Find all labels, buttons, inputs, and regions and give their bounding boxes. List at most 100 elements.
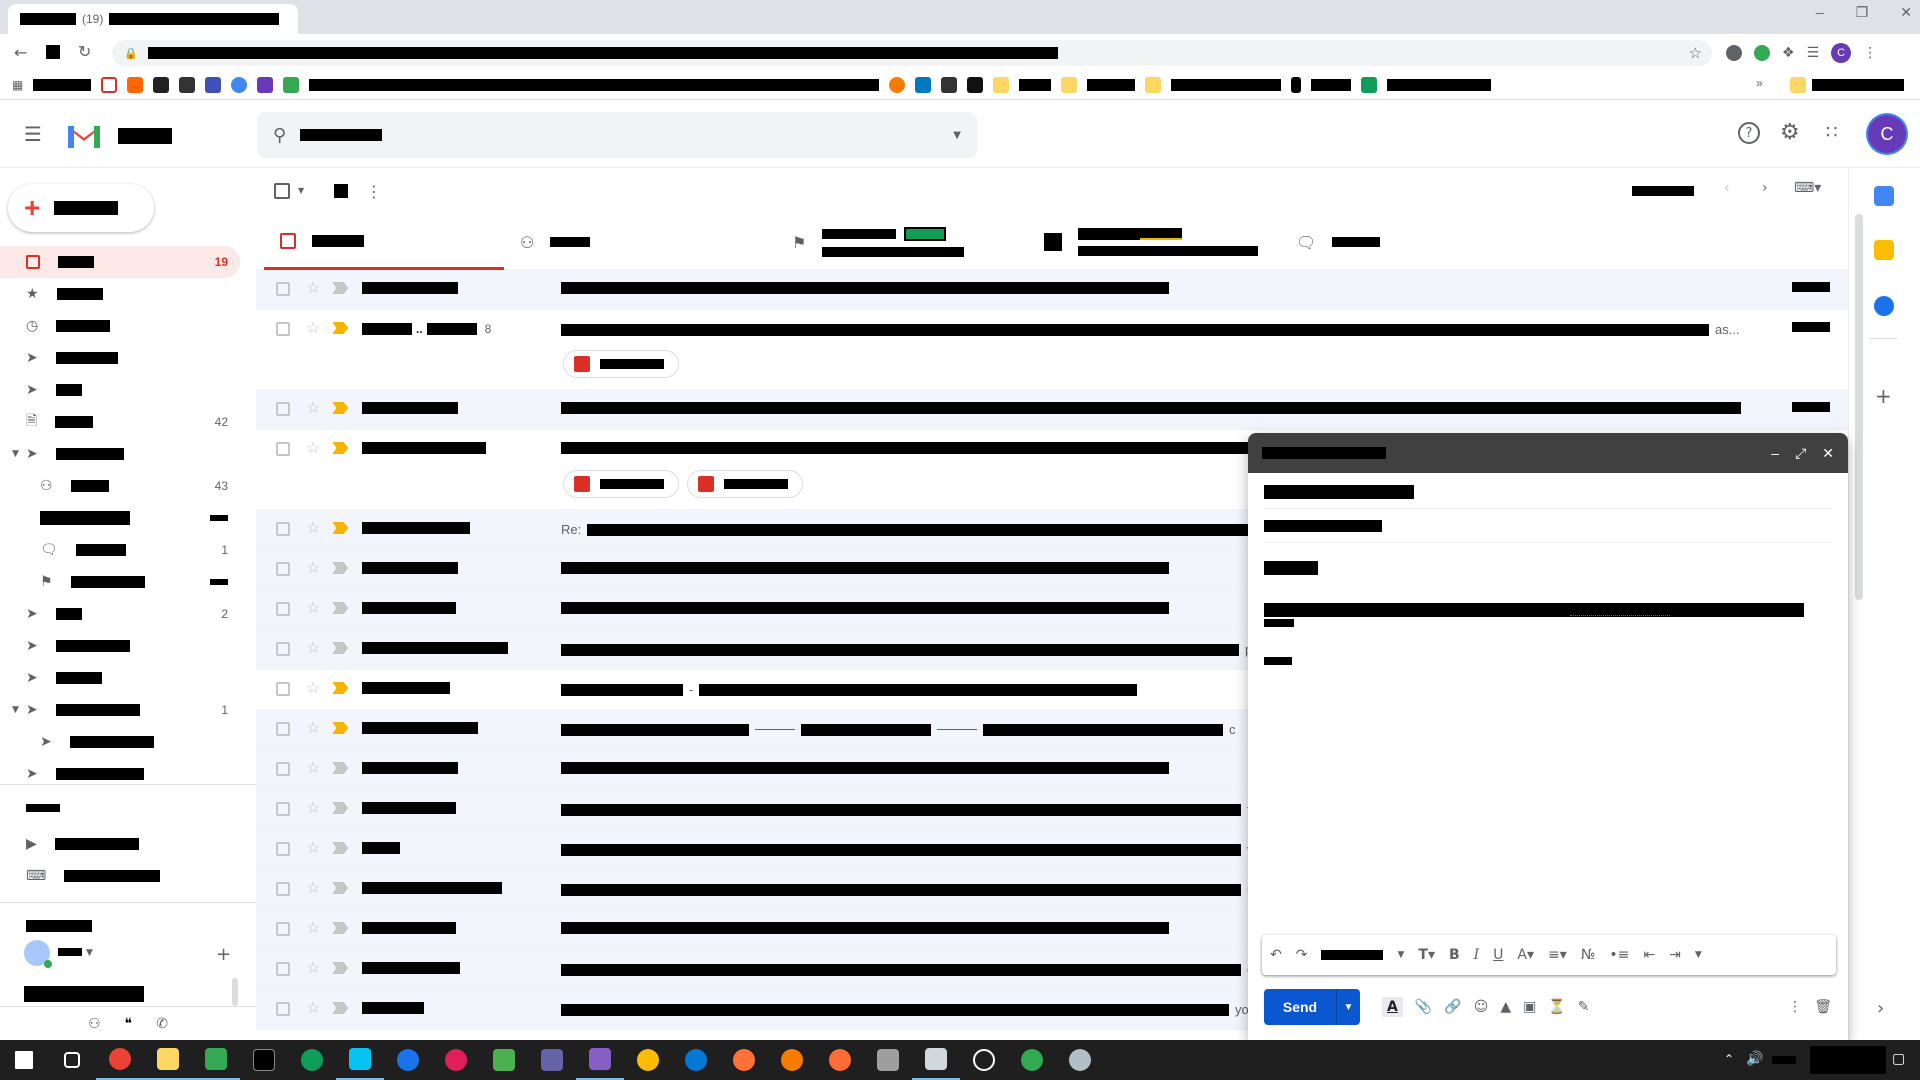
star-icon[interactable]: ☆ bbox=[306, 601, 320, 617]
sidebar-item-label-2[interactable]: ➤ bbox=[0, 630, 240, 662]
file-explorer-icon[interactable] bbox=[144, 1040, 192, 1080]
yc-bookmark-icon[interactable] bbox=[127, 76, 144, 93]
star-icon[interactable]: ☆ bbox=[306, 1001, 320, 1017]
star-icon[interactable]: ☆ bbox=[306, 921, 320, 937]
sidebar-item-new-meeting[interactable]: ▶ bbox=[0, 828, 240, 860]
minimize-icon[interactable]: – bbox=[1816, 4, 1824, 21]
google-apps-icon[interactable]: ∷ bbox=[1826, 122, 1837, 143]
keep-icon[interactable] bbox=[1874, 240, 1894, 260]
attachment-chip[interactable] bbox=[687, 470, 803, 498]
star-icon[interactable]: ☆ bbox=[306, 841, 320, 857]
bookmark-icon-13[interactable] bbox=[1291, 76, 1302, 93]
redacted-bookmark[interactable] bbox=[1019, 78, 1052, 91]
important-marker-icon[interactable] bbox=[332, 922, 349, 934]
other-bookmarks-folder-icon[interactable] bbox=[1790, 77, 1806, 93]
bookmark-icon-8[interactable] bbox=[283, 76, 300, 93]
bookmark-icon-11[interactable] bbox=[941, 76, 958, 93]
redacted-bookmarks[interactable] bbox=[309, 78, 880, 91]
compose-header[interactable]: – ⤢ ✕ bbox=[1248, 433, 1848, 473]
teams-app-icon[interactable] bbox=[528, 1040, 576, 1080]
star-icon[interactable]: ☆ bbox=[306, 281, 320, 297]
stop-icon[interactable] bbox=[46, 45, 60, 59]
important-marker-icon[interactable] bbox=[332, 762, 349, 774]
folder-icon[interactable] bbox=[1061, 76, 1078, 93]
more-compose-options-icon[interactable]: ⋮ bbox=[1788, 999, 1802, 1015]
profile-avatar[interactable]: C bbox=[1831, 43, 1852, 63]
row-checkbox[interactable] bbox=[276, 522, 290, 536]
task-view-icon[interactable] bbox=[48, 1040, 96, 1080]
notepad-app-icon[interactable] bbox=[192, 1040, 240, 1080]
row-checkbox[interactable] bbox=[276, 962, 290, 976]
slack-app-icon[interactable] bbox=[432, 1040, 480, 1080]
s-bookmark-icon[interactable] bbox=[257, 76, 274, 93]
search-icon[interactable]: ⚲ bbox=[273, 125, 286, 146]
settings-gear-icon[interactable]: ⚙ bbox=[1780, 120, 1800, 145]
media-icon[interactable]: ☰ bbox=[1807, 45, 1820, 61]
bulleted-list-icon[interactable]: •≡ bbox=[1609, 947, 1629, 963]
sidebar-item-categories[interactable]: ▼ ➤ bbox=[0, 438, 240, 470]
url-bar[interactable]: 🔒 ☆ bbox=[112, 40, 1712, 66]
fullscreen-compose-icon[interactable]: ⤢ bbox=[1795, 445, 1806, 462]
to-field[interactable] bbox=[1264, 475, 1832, 509]
phone-icon[interactable]: ✆ bbox=[156, 1016, 168, 1032]
snipping-tool-icon[interactable] bbox=[1056, 1040, 1104, 1080]
star-icon[interactable]: ☆ bbox=[306, 761, 320, 777]
emoji-icon[interactable]: ☺ bbox=[1474, 999, 1489, 1015]
search-input[interactable] bbox=[396, 126, 940, 144]
row-checkbox[interactable] bbox=[276, 842, 290, 856]
important-marker-icon[interactable] bbox=[332, 282, 349, 294]
bold-icon[interactable]: B bbox=[1449, 947, 1460, 963]
remote-desktop-icon[interactable] bbox=[912, 1040, 960, 1080]
attach-file-icon[interactable]: 📎 bbox=[1415, 999, 1432, 1015]
attachment-chip[interactable] bbox=[563, 350, 679, 378]
sidebar-item-promotions[interactable]: ⚑ bbox=[0, 566, 240, 598]
important-marker-icon[interactable] bbox=[332, 1002, 349, 1014]
signature-icon[interactable]: ✎ bbox=[1578, 999, 1590, 1015]
tab-primary[interactable] bbox=[264, 214, 504, 270]
trello-bookmark-icon[interactable] bbox=[915, 76, 932, 93]
discard-draft-icon[interactable]: 🗑 bbox=[1814, 999, 1832, 1015]
restore-icon[interactable]: ❐ bbox=[1856, 4, 1869, 21]
chrome-alt-icon[interactable] bbox=[624, 1040, 672, 1080]
webstorm-app-icon[interactable] bbox=[336, 1040, 384, 1080]
important-marker-icon[interactable] bbox=[332, 442, 349, 454]
undo-icon[interactable]: ↶ bbox=[1270, 947, 1282, 963]
indent-more-icon[interactable]: ⇥ bbox=[1669, 947, 1681, 963]
bookmark-icon-5[interactable] bbox=[205, 76, 222, 93]
send-button[interactable]: Send ▼ bbox=[1264, 989, 1360, 1025]
important-marker-icon[interactable] bbox=[332, 522, 349, 534]
minimize-compose-icon[interactable]: – bbox=[1771, 445, 1779, 462]
confidential-mode-icon[interactable]: ⏳ bbox=[1548, 999, 1565, 1015]
row-checkbox[interactable] bbox=[276, 442, 290, 456]
postman-app-icon[interactable] bbox=[816, 1040, 864, 1080]
sidebar-scrollbar[interactable] bbox=[232, 978, 238, 1006]
bookmark-icon-4[interactable] bbox=[179, 76, 196, 93]
important-marker-icon[interactable] bbox=[332, 722, 349, 734]
contacts-icon[interactable]: ⚇ bbox=[88, 1016, 101, 1032]
row-checkbox[interactable] bbox=[276, 762, 290, 776]
tab-forums[interactable]: 🗨 bbox=[1280, 214, 1520, 270]
row-checkbox[interactable] bbox=[276, 602, 290, 616]
redacted-bookmark[interactable] bbox=[33, 78, 92, 91]
sidebar-item-label-5[interactable]: ➤ bbox=[0, 758, 240, 790]
important-marker-icon[interactable] bbox=[332, 602, 349, 614]
edge-app-icon[interactable] bbox=[672, 1040, 720, 1080]
calendar-icon[interactable] bbox=[1874, 186, 1894, 206]
apps-icon[interactable]: ▦ bbox=[12, 78, 23, 92]
more-options-icon[interactable]: ⋮ bbox=[366, 182, 382, 201]
row-checkbox[interactable] bbox=[276, 882, 290, 896]
redacted-other-bookmarks[interactable] bbox=[1812, 79, 1904, 91]
drive-icon[interactable]: ▲ bbox=[1500, 999, 1511, 1015]
start-button[interactable] bbox=[0, 1040, 48, 1080]
main-menu-icon[interactable]: ☰ bbox=[24, 122, 42, 146]
redacted-bookmark[interactable] bbox=[1311, 78, 1352, 91]
subject-field[interactable] bbox=[1264, 509, 1832, 543]
body-link[interactable] bbox=[1570, 615, 1670, 616]
important-marker-icon[interactable] bbox=[332, 322, 349, 334]
insert-photo-icon[interactable]: ▣ bbox=[1523, 999, 1536, 1015]
folder-icon[interactable] bbox=[993, 76, 1010, 93]
bookmark-icon-9[interactable] bbox=[889, 76, 906, 93]
back-icon[interactable]: ← bbox=[14, 43, 27, 62]
redacted-bookmark[interactable] bbox=[1387, 78, 1492, 91]
star-icon[interactable]: ☆ bbox=[306, 681, 320, 697]
